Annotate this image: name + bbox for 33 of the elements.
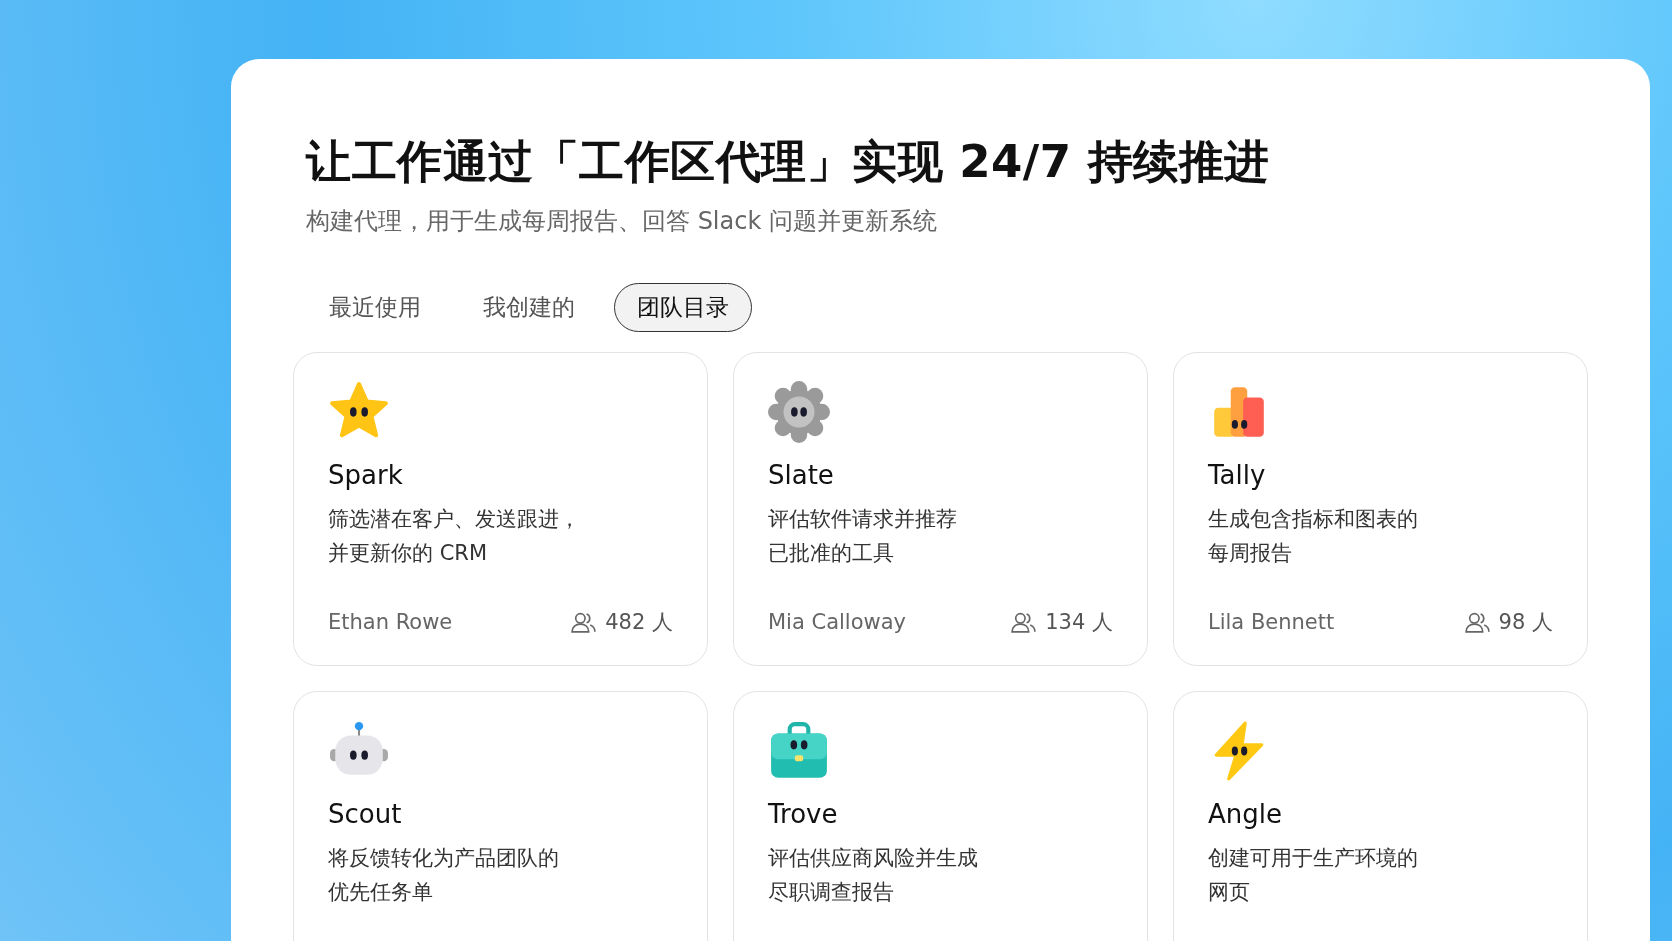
tab[interactable]: 我创建的 — [460, 283, 598, 332]
agent-card[interactable]: Angle 创建可用于生产环境的 网页 — [1173, 691, 1588, 941]
agent-card[interactable]: Trove 评估供应商风险并生成 尽职调查报告 — [733, 691, 1148, 941]
agent-name: Trove — [768, 799, 839, 829]
user-count: 98 人 — [1498, 609, 1553, 636]
agent-card[interactable]: Spark 筛选潜在客户、发送跟进， 并更新你的 CRM Ethan Rowe 482 人 — [293, 352, 708, 666]
user-count: 134 人 — [1045, 609, 1113, 636]
agent-name: Angle — [1208, 799, 1283, 829]
agent-description: 创建可用于生产环境的 网页 — [1208, 845, 1419, 906]
people-icon — [570, 610, 598, 634]
agent-description: 生成包含指标和图表的 每周报告 — [1208, 506, 1419, 567]
agent-name: Spark — [328, 460, 404, 490]
agent-name: Tally — [1208, 460, 1267, 490]
tab[interactable]: 最近使用 — [306, 283, 444, 332]
people-icon — [1010, 610, 1038, 634]
author-name: Lila Bennett — [1208, 610, 1335, 634]
agent-card[interactable]: Scout 将反馈转化为产品团队的 优先任务单 — [293, 691, 708, 941]
page-subtitle: 构建代理，用于生成每周报告、回答 Slack 问题并更新系统 — [306, 206, 938, 237]
gear-icon — [768, 381, 830, 443]
agent-name: Slate — [768, 460, 835, 490]
author-name: Ethan Rowe — [328, 610, 453, 634]
agent-card[interactable]: Tally 生成包含指标和图表的 每周报告 Lila Bennett 98 人 — [1173, 352, 1588, 666]
agent-card[interactable]: Slate 评估软件请求并推荐 已批准的工具 Mia Calloway 134 人 — [733, 352, 1148, 666]
agent-description: 将反馈转化为产品团队的 优先任务单 — [328, 845, 560, 906]
agent-description: 评估软件请求并推荐 已批准的工具 — [768, 506, 958, 567]
people-icon — [1463, 610, 1491, 634]
tab[interactable]: 团队目录 — [614, 283, 752, 332]
agent-description: 筛选潜在客户、发送跟进， 并更新你的 CRM — [328, 506, 581, 567]
page-title: 让工作通过「工作区代理」实现 24/7 持续推进 — [306, 135, 1271, 189]
author-name: Mia Calloway — [768, 610, 907, 634]
user-count: 482 人 — [605, 609, 673, 636]
agent-description: 评估供应商风险并生成 尽职调查报告 — [768, 845, 979, 906]
agent-name: Scout — [328, 799, 403, 829]
